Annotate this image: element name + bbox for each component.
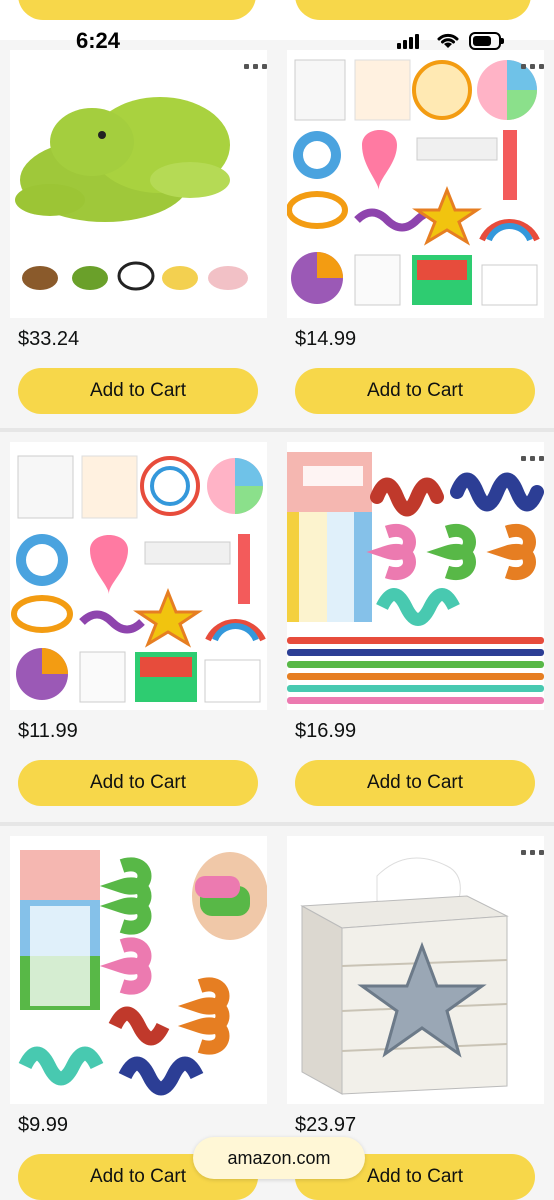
product-price: $23.97	[295, 1114, 357, 1136]
more-options-icon[interactable]	[521, 850, 544, 855]
product-card[interactable]: $11.99 Add to Cart	[0, 432, 277, 826]
product-price: $14.99	[295, 328, 357, 350]
product-card[interactable]: $33.24 Add to Cart	[0, 40, 277, 434]
product-price: $9.99	[18, 1114, 69, 1136]
wifi-icon	[437, 33, 459, 48]
cellular-signal-icon	[397, 34, 419, 49]
product-price: $33.24	[18, 328, 80, 350]
status-time: 6:24	[76, 28, 121, 53]
browser-url-bar[interactable]: amazon.com	[193, 1137, 365, 1179]
product-image-turtle-plush[interactable]	[10, 50, 267, 318]
add-to-cart-button-previous-right[interactable]	[295, 0, 531, 20]
product-image-calming-posters[interactable]	[287, 50, 544, 318]
add-to-cart-button[interactable]: Add to Cart	[18, 760, 258, 806]
more-options-icon[interactable]	[521, 64, 544, 69]
add-to-cart-button[interactable]: Add to Cart	[295, 760, 535, 806]
add-to-cart-button[interactable]: Add to Cart	[18, 368, 258, 414]
status-bar: 6:24	[0, 20, 554, 64]
add-to-cart-button[interactable]: Add to Cart	[295, 368, 535, 414]
add-to-cart-button-previous-left[interactable]	[18, 0, 256, 20]
more-options-icon[interactable]	[244, 64, 267, 69]
more-options-icon[interactable]	[521, 456, 544, 461]
product-card[interactable]: $14.99 Add to Cart	[277, 40, 554, 434]
battery-icon	[469, 32, 504, 50]
product-image-calming-posters[interactable]	[10, 442, 267, 710]
product-image-tissue-box[interactable]	[287, 836, 544, 1104]
product-image-sensory-fidget-hand[interactable]	[10, 836, 267, 1104]
product-price: $11.99	[18, 720, 78, 742]
product-price: $16.99	[295, 720, 357, 742]
product-image-sensory-fidget-tubes[interactable]	[287, 442, 544, 710]
product-card[interactable]: $16.99 Add to Cart	[277, 432, 554, 826]
